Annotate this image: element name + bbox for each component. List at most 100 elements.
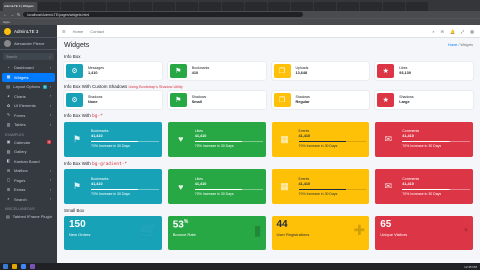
search-icon[interactable]: ⌕ bbox=[432, 29, 434, 34]
sidebar-item-search[interactable]: ⌕ Search ‹ bbox=[2, 195, 55, 205]
forward-icon[interactable]: → bbox=[10, 12, 14, 17]
small-box-unit: % bbox=[183, 218, 189, 225]
sidebar-item-charts[interactable]: ◕ Charts ‹ bbox=[2, 92, 55, 102]
browser-tab[interactable] bbox=[176, 2, 198, 11]
sidebar-item-dashboard[interactable]: ◔ Dashboard ‹ bbox=[2, 63, 55, 73]
info-box-colored: ⚑ Bookmarks 41,410 70% Increase in 30 Days bbox=[64, 121, 162, 157]
chevron-left-icon: ‹ bbox=[49, 168, 51, 173]
control-sidebar-icon[interactable]: ▦ bbox=[470, 29, 474, 34]
url-field[interactable]: localhost/AdminLTE/pages/widgets.html bbox=[23, 12, 304, 17]
info-box-number: 13,648 bbox=[295, 70, 308, 75]
sidebar-item-label: Charts bbox=[14, 93, 26, 99]
folder-icon[interactable] bbox=[12, 264, 17, 269]
small-box-number: 65 bbox=[380, 219, 468, 230]
small-box-number: 53% bbox=[173, 219, 261, 230]
breadcrumb-home[interactable]: Home bbox=[448, 43, 457, 47]
progress-description: 70% Increase in 30 Days bbox=[298, 191, 338, 196]
browser-tab[interactable] bbox=[38, 2, 60, 11]
info-box-content: Shadows Large bbox=[399, 95, 413, 105]
browser-tab[interactable] bbox=[222, 2, 244, 11]
small-box[interactable]: 44 User Registrations ✚ bbox=[271, 215, 370, 250]
browser-tab[interactable] bbox=[245, 2, 267, 11]
info-box-colored: ▦ Events 41,410 70% Increase in 30 Days bbox=[271, 121, 370, 157]
start-icon[interactable] bbox=[3, 264, 8, 269]
chrome-icon[interactable] bbox=[21, 264, 26, 269]
browser-tab[interactable] bbox=[84, 2, 106, 11]
user-panel[interactable]: Alexander Pierce bbox=[0, 38, 57, 50]
info-box-colored: ✉ Comments 41,410 70% Increase in 30 Days bbox=[375, 121, 473, 157]
sidebar-item-kanban-board[interactable]: ◧ Kanban Board bbox=[2, 157, 55, 167]
progress-bar bbox=[194, 141, 263, 142]
browser-tab[interactable] bbox=[199, 2, 221, 11]
sidebar-item-ui-elements[interactable]: ✿ UI Elements ‹ bbox=[2, 101, 55, 111]
small-box-row: 150 New Orders 🛒 53% Bounce Rate ▮ 44 User Regi… bbox=[64, 215, 473, 250]
sidebar-item-label: Calendar bbox=[14, 139, 31, 145]
info-box-content: Likes 93,139 bbox=[399, 66, 411, 76]
search-icon[interactable]: ⌕ bbox=[49, 55, 51, 59]
nav-link-home[interactable]: Home bbox=[73, 29, 84, 34]
browser-tab[interactable] bbox=[337, 2, 359, 11]
back-icon[interactable]: ← bbox=[3, 12, 7, 17]
browser-tab[interactable] bbox=[61, 2, 83, 11]
info-box-content: Events 41,410 70% Increase in 30 Days bbox=[298, 129, 367, 149]
small-box-label: User Registrations bbox=[276, 231, 310, 237]
browser-tab-bar: AdminLTE 3 | Widgets bbox=[0, 0, 480, 11]
small-box[interactable]: 150 New Orders 🛒 bbox=[64, 215, 162, 250]
user-name[interactable]: Alexander Pierce bbox=[14, 41, 44, 46]
small-box[interactable]: 53% Bounce Rate ▮ bbox=[167, 215, 266, 250]
brand-link[interactable]: AdminLTE 3 bbox=[0, 25, 57, 38]
info-box: ⚙ Messages 1,410 bbox=[64, 61, 162, 80]
browser-tab[interactable] bbox=[153, 2, 175, 11]
fullscreen-icon[interactable]: ⤢ bbox=[461, 29, 464, 34]
sidebar-item-label: Tabbed IFrame Plugin bbox=[12, 214, 52, 220]
info-box: ⚑ Bookmarks 410 bbox=[167, 61, 266, 80]
progress-bar bbox=[194, 188, 263, 190]
browser-tab[interactable] bbox=[291, 2, 313, 11]
sidebar-item-mailbox[interactable]: ✉ Mailbox ‹ bbox=[2, 166, 55, 176]
progress-bar bbox=[402, 141, 470, 142]
browser-tab[interactable] bbox=[314, 2, 336, 11]
info-box: ★ Shadows Large bbox=[375, 91, 473, 109]
menu-toggle-icon[interactable]: ☰ bbox=[62, 29, 66, 34]
sidebar-item-label: Extras bbox=[14, 187, 26, 193]
app-icon[interactable] bbox=[30, 264, 35, 269]
avatar bbox=[4, 40, 11, 47]
browser-tab[interactable] bbox=[107, 2, 129, 11]
reload-icon[interactable]: ↻ bbox=[17, 12, 20, 17]
browser-tab[interactable] bbox=[130, 2, 152, 11]
sidebar-item-tabbed-iframe-plugin[interactable]: ▤ Tabbed IFrame Plugin bbox=[2, 212, 55, 222]
small-box[interactable]: 65 Unique Visitors ◔ bbox=[375, 215, 473, 250]
sidebar-item-extras[interactable]: ⊞ Extras ‹ bbox=[2, 185, 55, 195]
sidebar-item-label: Dashboard bbox=[14, 65, 34, 71]
browser-tab[interactable]: AdminLTE 3 | Widgets bbox=[3, 2, 37, 11]
os-taskbar: 12:35 PM bbox=[0, 263, 480, 270]
sidebar-item-forms[interactable]: ✎ Forms ‹ bbox=[2, 111, 55, 121]
sidebar-item-calendar[interactable]: ▣ Calendar 2 bbox=[2, 138, 55, 148]
sidebar-item-widgets[interactable]: ▦ Widgets bbox=[2, 72, 55, 82]
browser-tab[interactable] bbox=[360, 2, 382, 11]
sidebar-item-icon: ▨ bbox=[6, 148, 11, 154]
sidebar-item-tables[interactable]: ▥ Tables ‹ bbox=[2, 120, 55, 130]
chevron-left-icon: ‹ bbox=[49, 187, 51, 192]
info-box-number: 41,410 bbox=[194, 134, 207, 138]
browser-tab[interactable] bbox=[406, 2, 428, 11]
nav-link-contact[interactable]: Contact bbox=[90, 29, 104, 34]
messages-icon[interactable]: ✉ bbox=[441, 29, 444, 34]
info-box-content: Events 41,410 70% Increase in 30 Days bbox=[298, 177, 367, 197]
browser-tab[interactable] bbox=[383, 2, 405, 11]
notifications-icon[interactable]: 🔔 bbox=[450, 29, 455, 34]
section-title-text: Info Box With bbox=[64, 113, 91, 118]
sidebar-item-icon: ⌕ bbox=[7, 196, 10, 202]
sidebar-search-input[interactable]: Search ⌕ bbox=[3, 53, 54, 60]
page-title: Widgets bbox=[64, 41, 90, 49]
sidebar-item-layout-options[interactable]: ▤ Layout Options 6 ‹ bbox=[2, 82, 55, 92]
browser-tab[interactable] bbox=[268, 2, 290, 11]
small-box-icon: 🛒 bbox=[140, 221, 158, 238]
bookmark-item[interactable]: Apps bbox=[3, 20, 10, 24]
info-box-shadow-row: ⚙ Shadows None ⚑ Shadows Small ❐ Shadows Regular… bbox=[64, 91, 473, 109]
info-box-content: Comments 41,410 70% Increase in 30 Days bbox=[402, 177, 470, 197]
sidebar-item-badge: 2 bbox=[47, 140, 51, 145]
sidebar-item-gallery[interactable]: ▨ Gallery bbox=[2, 147, 55, 157]
sidebar-item-pages[interactable]: ▢ Pages ‹ bbox=[2, 176, 55, 186]
nav-header-misc: MISCELLANEOUS bbox=[5, 207, 35, 211]
